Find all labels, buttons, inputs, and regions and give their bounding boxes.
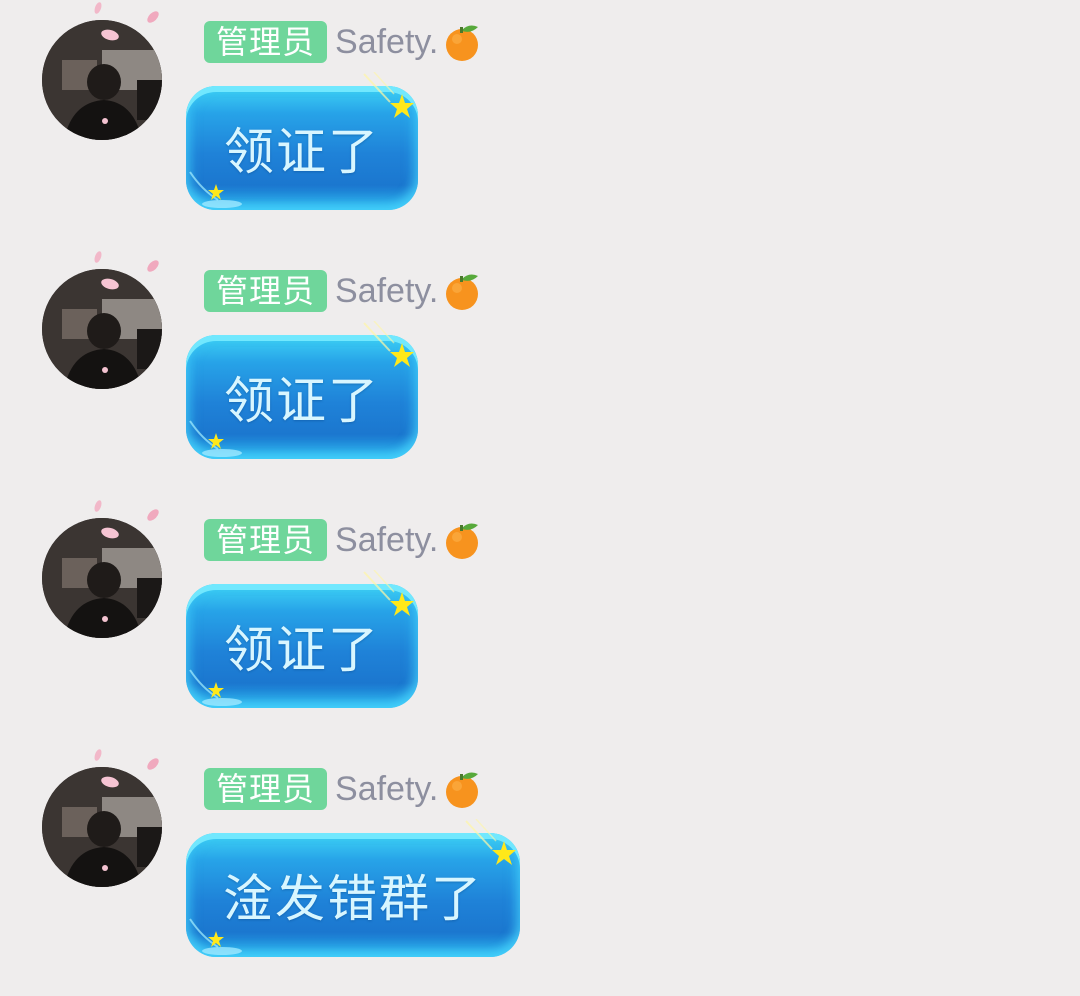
message-text: 领证了 — [224, 123, 380, 181]
petal-decoration-icon — [94, 2, 102, 14]
petal-decoration-icon — [101, 527, 119, 539]
message-text: 淦发错群了 — [223, 870, 483, 928]
petal-decoration-icon — [101, 29, 119, 41]
tangerine-icon — [446, 25, 479, 61]
chat-message: 管理员 Safety. 淦发错群了 — [0, 747, 1080, 996]
petal-decoration-icon — [147, 758, 159, 770]
petal-decoration-icon — [101, 278, 119, 290]
tangerine-icon — [446, 772, 479, 808]
message-bubble[interactable]: 领证了 — [186, 570, 418, 708]
sender-nickname[interactable]: Safety. — [335, 767, 438, 811]
chat-message: 管理员 Safety. 领证了 — [0, 249, 1080, 498]
admin-role-badge: 管理员 — [204, 768, 328, 810]
petal-decoration-icon — [94, 749, 102, 761]
chat-message-list: 管理员 Safety. 领证了 管理员 Safety. 领证了 管理员 Safe… — [0, 0, 1080, 968]
message-bubble[interactable]: 淦发错群了 — [186, 819, 520, 957]
sender-name-row: 管理员 Safety. — [204, 767, 482, 811]
tangerine-icon — [446, 523, 479, 559]
message-bubble[interactable]: 领证了 — [186, 72, 418, 210]
message-bubble[interactable]: 领证了 — [186, 321, 418, 459]
tangerine-icon — [446, 274, 479, 310]
petal-decoration-icon — [94, 251, 102, 263]
sender-nickname[interactable]: Safety. — [335, 269, 438, 313]
petal-decoration-icon — [147, 11, 159, 23]
petal-decoration-icon — [101, 776, 119, 788]
sender-avatar-frame[interactable] — [36, 498, 168, 644]
petal-decoration-icon — [147, 260, 159, 272]
sender-nickname[interactable]: Safety. — [335, 518, 438, 562]
petal-decoration-icon — [147, 509, 159, 521]
sender-name-row: 管理员 Safety. — [204, 269, 482, 313]
sender-avatar-frame[interactable] — [36, 249, 168, 395]
admin-role-badge: 管理员 — [204, 270, 328, 312]
sender-avatar-frame[interactable] — [36, 747, 168, 893]
admin-role-badge: 管理员 — [204, 21, 328, 63]
chat-message: 管理员 Safety. 领证了 — [0, 498, 1080, 747]
chat-message: 管理员 Safety. 领证了 — [0, 0, 1080, 249]
message-text: 领证了 — [224, 621, 380, 679]
sender-name-row: 管理员 Safety. — [204, 20, 482, 64]
petal-decoration-icon — [94, 500, 102, 512]
sender-avatar-frame[interactable] — [36, 0, 168, 146]
sender-name-row: 管理员 Safety. — [204, 518, 482, 562]
admin-role-badge: 管理员 — [204, 519, 328, 561]
message-text: 领证了 — [224, 372, 380, 430]
sender-nickname[interactable]: Safety. — [335, 20, 438, 64]
